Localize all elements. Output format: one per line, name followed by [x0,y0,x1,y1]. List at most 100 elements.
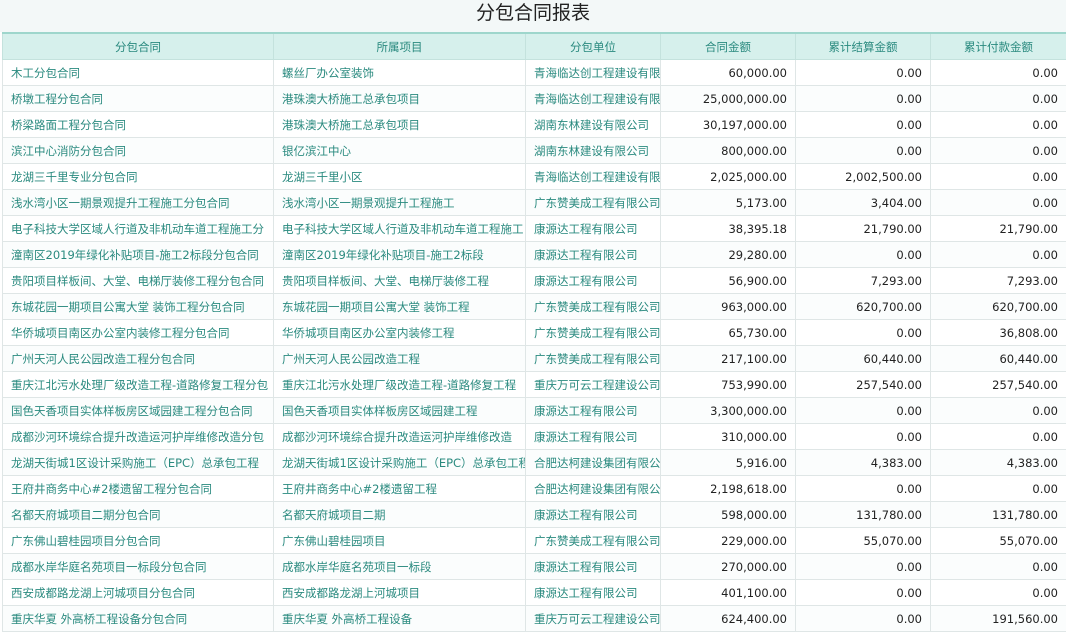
table-row[interactable]: 贵阳项目样板间、大堂、电梯厅装修工程分包合同 贵阳项目样板间、大堂、电梯厅装修工程… [2,267,1066,294]
contract-cell[interactable]: 王府井商务中心#2楼遗留工程分包合同 [2,475,274,502]
project-cell[interactable]: 龙湖三千里小区 [273,163,526,190]
contract-cell[interactable]: 潼南区2019年绿化补贴项目-施工2标段分包合同 [2,241,274,268]
project-cell[interactable]: 广州天河人民公园改造工程 [273,345,526,372]
settled-amount-cell: 7,293.00 [795,267,931,294]
project-cell[interactable]: 电子科技大学区域人行道及非机动车道工程施工 [273,215,526,242]
table-row[interactable]: 桥梁路面工程分包合同 港珠澳大桥施工总承包项目 湖南东林建设有限公司 30,197,0… [2,111,1066,138]
table-row[interactable]: 广州天河人民公园改造工程分包合同 广州天河人民公园改造工程 广东赞美成工程有限公司 2… [2,345,1066,372]
project-cell[interactable]: 银亿滨江中心 [273,137,526,164]
project-cell[interactable]: 螺丝厂办公室装饰 [273,59,526,86]
table-row[interactable]: 名都天府城项目二期分包合同 名都天府城项目二期 康源达工程有限公司 598,000.0… [2,501,1066,528]
contract-cell[interactable]: 东城花园一期项目公寓大堂 装饰工程分包合同 [2,293,274,320]
table-row[interactable]: 龙湖三千里专业分包合同 龙湖三千里小区 青海临达创工程建设有限 2,025,000.0… [2,163,1066,190]
subcontractor-cell[interactable]: 青海临达创工程建设有限 [525,85,661,112]
table-row[interactable]: 电子科技大学区域人行道及非机动车道工程施工分 电子科技大学区域人行道及非机动车道工… [2,215,1066,242]
project-cell[interactable]: 广东佛山碧桂园项目 [273,527,526,554]
table-row[interactable]: 成都水岸华庭名苑项目一标段分包合同 成都水岸华庭名苑项目一标段 康源达工程有限公司 2… [2,553,1066,580]
col-header-contract-amount[interactable]: 合同金额 [660,32,796,60]
contract-cell[interactable]: 贵阳项目样板间、大堂、电梯厅装修工程分包合同 [2,267,274,294]
project-cell[interactable]: 名都天府城项目二期 [273,501,526,528]
project-cell[interactable]: 重庆江北污水处理厂级改造工程-道路修复工程 [273,371,526,398]
subcontractor-cell[interactable]: 湖南东林建设有限公司 [525,111,661,138]
table-row[interactable]: 龙湖天街城1区设计采购施工（EPC）总承包工程 龙湖天街城1区设计采购施工（EPC… [2,449,1066,476]
table-row[interactable]: 滨江中心消防分包合同 银亿滨江中心 湖南东林建设有限公司 800,000.00 0.00… [2,137,1066,164]
table-row[interactable]: 桥墩工程分包合同 港珠澳大桥施工总承包项目 青海临达创工程建设有限 25,000,00… [2,85,1066,112]
project-cell[interactable]: 龙湖天街城1区设计采购施工（EPC）总承包工程 [273,449,526,476]
project-cell[interactable]: 重庆华夏 外高桥工程设备 [273,605,526,632]
project-cell[interactable]: 西安成都路龙湖上河城项目 [273,579,526,606]
contract-cell[interactable]: 滨江中心消防分包合同 [2,137,274,164]
contract-cell[interactable]: 西安成都路龙湖上河城项目分包合同 [2,579,274,606]
subcontractor-cell[interactable]: 康源达工程有限公司 [525,267,661,294]
table-row[interactable]: 木工分包合同 螺丝厂办公室装饰 青海临达创工程建设有限 60,000.00 0.00 0.… [2,59,1066,86]
subcontractor-cell[interactable]: 合肥达柯建设集团有限公司 [525,449,661,476]
subcontractor-cell[interactable]: 康源达工程有限公司 [525,215,661,242]
contract-cell[interactable]: 华侨城项目南区办公室内装修工程分包合同 [2,319,274,346]
contract-cell[interactable]: 龙湖三千里专业分包合同 [2,163,274,190]
project-cell[interactable]: 浅水湾小区一期景观提升工程施工 [273,189,526,216]
col-header-paid-amount[interactable]: 累计付款金额 [930,32,1066,60]
col-header-project[interactable]: 所属项目 [273,32,526,60]
project-cell[interactable]: 成都水岸华庭名苑项目一标段 [273,553,526,580]
contract-cell[interactable]: 浅水湾小区一期景观提升工程施工分包合同 [2,189,274,216]
project-cell[interactable]: 成都沙河环境综合提升改造运河护岸维修改造 [273,423,526,450]
table-row[interactable]: 王府井商务中心#2楼遗留工程分包合同 王府井商务中心#2楼遗留工程 合肥达柯建设集团… [2,475,1066,502]
contract-cell[interactable]: 国色天香项目实体样板房区域园建工程分包合同 [2,397,274,424]
subcontractor-cell[interactable]: 广东赞美成工程有限公司 [525,345,661,372]
col-header-subcontractor[interactable]: 分包单位 [525,32,661,60]
table-row[interactable]: 西安成都路龙湖上河城项目分包合同 西安成都路龙湖上河城项目 康源达工程有限公司 401… [2,579,1066,606]
col-header-contract[interactable]: 分包合同 [2,32,274,60]
paid-amount-cell: 60,440.00 [930,345,1066,372]
contract-cell[interactable]: 桥梁路面工程分包合同 [2,111,274,138]
contract-cell[interactable]: 桥墩工程分包合同 [2,85,274,112]
table-row[interactable]: 广东佛山碧桂园项目分包合同 广东佛山碧桂园项目 广东赞美成工程有限公司 229,000… [2,527,1066,554]
subcontractor-cell[interactable]: 康源达工程有限公司 [525,501,661,528]
contract-cell[interactable]: 木工分包合同 [2,59,274,86]
table-row[interactable]: 国色天香项目实体样板房区域园建工程分包合同 国色天香项目实体样板房区域园建工程 康源… [2,397,1066,424]
subcontractor-cell[interactable]: 广东赞美成工程有限公司 [525,527,661,554]
project-cell[interactable]: 东城花园一期项目公寓大堂 装饰工程 [273,293,526,320]
contract-cell[interactable]: 名都天府城项目二期分包合同 [2,501,274,528]
project-cell[interactable]: 潼南区2019年绿化补贴项目-施工2标段 [273,241,526,268]
contract-cell[interactable]: 龙湖天街城1区设计采购施工（EPC）总承包工程 [2,449,274,476]
subcontractor-cell[interactable]: 康源达工程有限公司 [525,423,661,450]
contract-cell[interactable]: 成都水岸华庭名苑项目一标段分包合同 [2,553,274,580]
table-row[interactable]: 重庆江北污水处理厂级改造工程-道路修复工程分包 重庆江北污水处理厂级改造工程-道路… [2,371,1066,398]
subcontractor-cell[interactable]: 湖南东林建设有限公司 [525,137,661,164]
subcontractor-cell[interactable]: 青海临达创工程建设有限 [525,163,661,190]
project-cell[interactable]: 华侨城项目南区办公室内装修工程 [273,319,526,346]
project-cell[interactable]: 港珠澳大桥施工总承包项目 [273,111,526,138]
subcontractor-cell[interactable]: 广东赞美成工程有限公司 [525,319,661,346]
col-header-settled-amount[interactable]: 累计结算金额 [795,32,931,60]
project-cell[interactable]: 贵阳项目样板间、大堂、电梯厅装修工程 [273,267,526,294]
contract-cell[interactable]: 广东佛山碧桂园项目分包合同 [2,527,274,554]
contract-cell[interactable]: 广州天河人民公园改造工程分包合同 [2,345,274,372]
subcontractor-cell[interactable]: 康源达工程有限公司 [525,579,661,606]
subcontractor-cell[interactable]: 青海临达创工程建设有限 [525,59,661,86]
table-row[interactable]: 东城花园一期项目公寓大堂 装饰工程分包合同 东城花园一期项目公寓大堂 装饰工程 广东… [2,293,1066,320]
subcontractor-cell[interactable]: 广东赞美成工程有限公司 [525,293,661,320]
project-cell[interactable]: 国色天香项目实体样板房区域园建工程 [273,397,526,424]
subcontractor-cell[interactable]: 广东赞美成工程有限公司 [525,189,661,216]
subcontractor-cell[interactable]: 合肥达柯建设集团有限公司 [525,475,661,502]
contract-cell[interactable]: 重庆江北污水处理厂级改造工程-道路修复工程分包 [2,371,274,398]
subcontractor-cell[interactable]: 康源达工程有限公司 [525,397,661,424]
table-row[interactable]: 浅水湾小区一期景观提升工程施工分包合同 浅水湾小区一期景观提升工程施工 广东赞美成工… [2,189,1066,216]
contract-cell[interactable]: 电子科技大学区域人行道及非机动车道工程施工分 [2,215,274,242]
settled-amount-cell: 3,404.00 [795,189,931,216]
contract-cell[interactable]: 重庆华夏 外高桥工程设备分包合同 [2,605,274,632]
settled-amount-cell: 0.00 [795,605,931,632]
contract-cell[interactable]: 成都沙河环境综合提升改造运河护岸维修改造分包 [2,423,274,450]
subcontractor-cell[interactable]: 重庆万可云工程建设公司 [525,605,661,632]
table-row[interactable]: 潼南区2019年绿化补贴项目-施工2标段分包合同 潼南区2019年绿化补贴项目-施… [2,241,1066,268]
project-cell[interactable]: 王府井商务中心#2楼遗留工程 [273,475,526,502]
table-row[interactable]: 成都沙河环境综合提升改造运河护岸维修改造分包 成都沙河环境综合提升改造运河护岸维修… [2,423,1066,450]
table-row[interactable]: 重庆华夏 外高桥工程设备分包合同 重庆华夏 外高桥工程设备 重庆万可云工程建设公司 6… [2,605,1066,632]
subcontractor-cell[interactable]: 重庆万可云工程建设公司 [525,371,661,398]
paid-amount-cell: 0.00 [930,241,1066,268]
table-row[interactable]: 华侨城项目南区办公室内装修工程分包合同 华侨城项目南区办公室内装修工程 广东赞美成工… [2,319,1066,346]
subcontractor-cell[interactable]: 康源达工程有限公司 [525,241,661,268]
subcontractor-cell[interactable]: 康源达工程有限公司 [525,553,661,580]
project-cell[interactable]: 港珠澳大桥施工总承包项目 [273,85,526,112]
contract-amount-cell: 270,000.00 [660,553,796,580]
